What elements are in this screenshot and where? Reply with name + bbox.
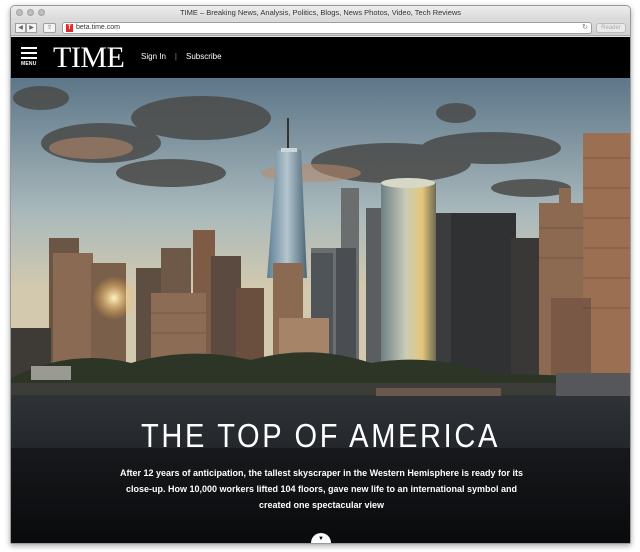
reload-icon[interactable]: ↻ [582,23,588,33]
share-button[interactable]: ⇧ [43,23,56,33]
zoom-window-button[interactable] [38,9,45,16]
subscribe-link[interactable]: Subscribe [186,52,222,61]
nav-buttons: ◀ ▶ [15,23,37,33]
sign-in-link[interactable]: Sign In [141,52,166,61]
hamburger-icon [21,47,37,49]
hero-headline[interactable]: THE TOP OF AMERICA [48,417,593,455]
reader-button[interactable]: Reader [596,23,626,33]
browser-toolbar: ◀ ▶ ⇧ T beta.time.com ↻ Reader [11,20,630,36]
window-title: TIME – Breaking News, Analysis, Politics… [179,8,462,17]
hamburger-icon [21,52,37,54]
link-separator: | [174,52,177,61]
hamburger-icon [21,57,37,59]
hero-summary: After 12 years of anticipation, the tall… [120,468,523,510]
url-text: beta.time.com [76,24,120,31]
hero-section: THE TOP OF AMERICA After 12 years of ant… [11,78,630,543]
minimize-window-button[interactable] [27,9,34,16]
forward-button[interactable]: ▶ [26,23,37,33]
menu-label: MENU [21,61,37,67]
address-bar[interactable]: T beta.time.com ↻ [62,22,592,34]
browser-window: TIME – Breaking News, Analysis, Politics… [10,5,631,544]
menu-button[interactable]: MENU [21,47,37,69]
close-window-button[interactable] [16,9,23,16]
title-bar: TIME – Breaking News, Analysis, Politics… [11,6,630,20]
site-header: MENU TIME Sign In | Subscribe [11,37,630,78]
window-controls [16,9,45,16]
time-logo[interactable]: TIME [53,40,125,76]
back-button[interactable]: ◀ [15,23,26,33]
favicon-icon: T [66,24,73,32]
account-links: Sign In | Subscribe [141,52,222,61]
